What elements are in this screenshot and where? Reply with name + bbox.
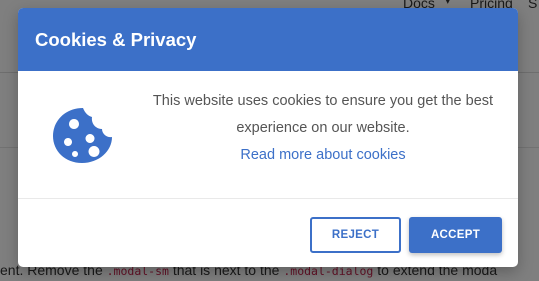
reject-button[interactable]: REJECT: [310, 217, 401, 253]
cookie-icon: [53, 108, 112, 163]
modal-footer: REJECT ACCEPT: [18, 198, 518, 267]
modal-body: This website uses cookies to ensure you …: [18, 71, 518, 198]
read-more-cookies-link[interactable]: Read more about cookies: [240, 147, 405, 163]
cookie-consent-modal: Cookies & Privacy This website uses cook…: [18, 8, 518, 267]
cookie-message-text: This website uses cookies to ensure you …: [152, 93, 494, 136]
modal-title: Cookies & Privacy: [35, 29, 197, 50]
modal-message: This website uses cookies to ensure you …: [140, 88, 506, 169]
accept-button[interactable]: ACCEPT: [409, 217, 502, 253]
modal-header: Cookies & Privacy: [18, 8, 518, 71]
